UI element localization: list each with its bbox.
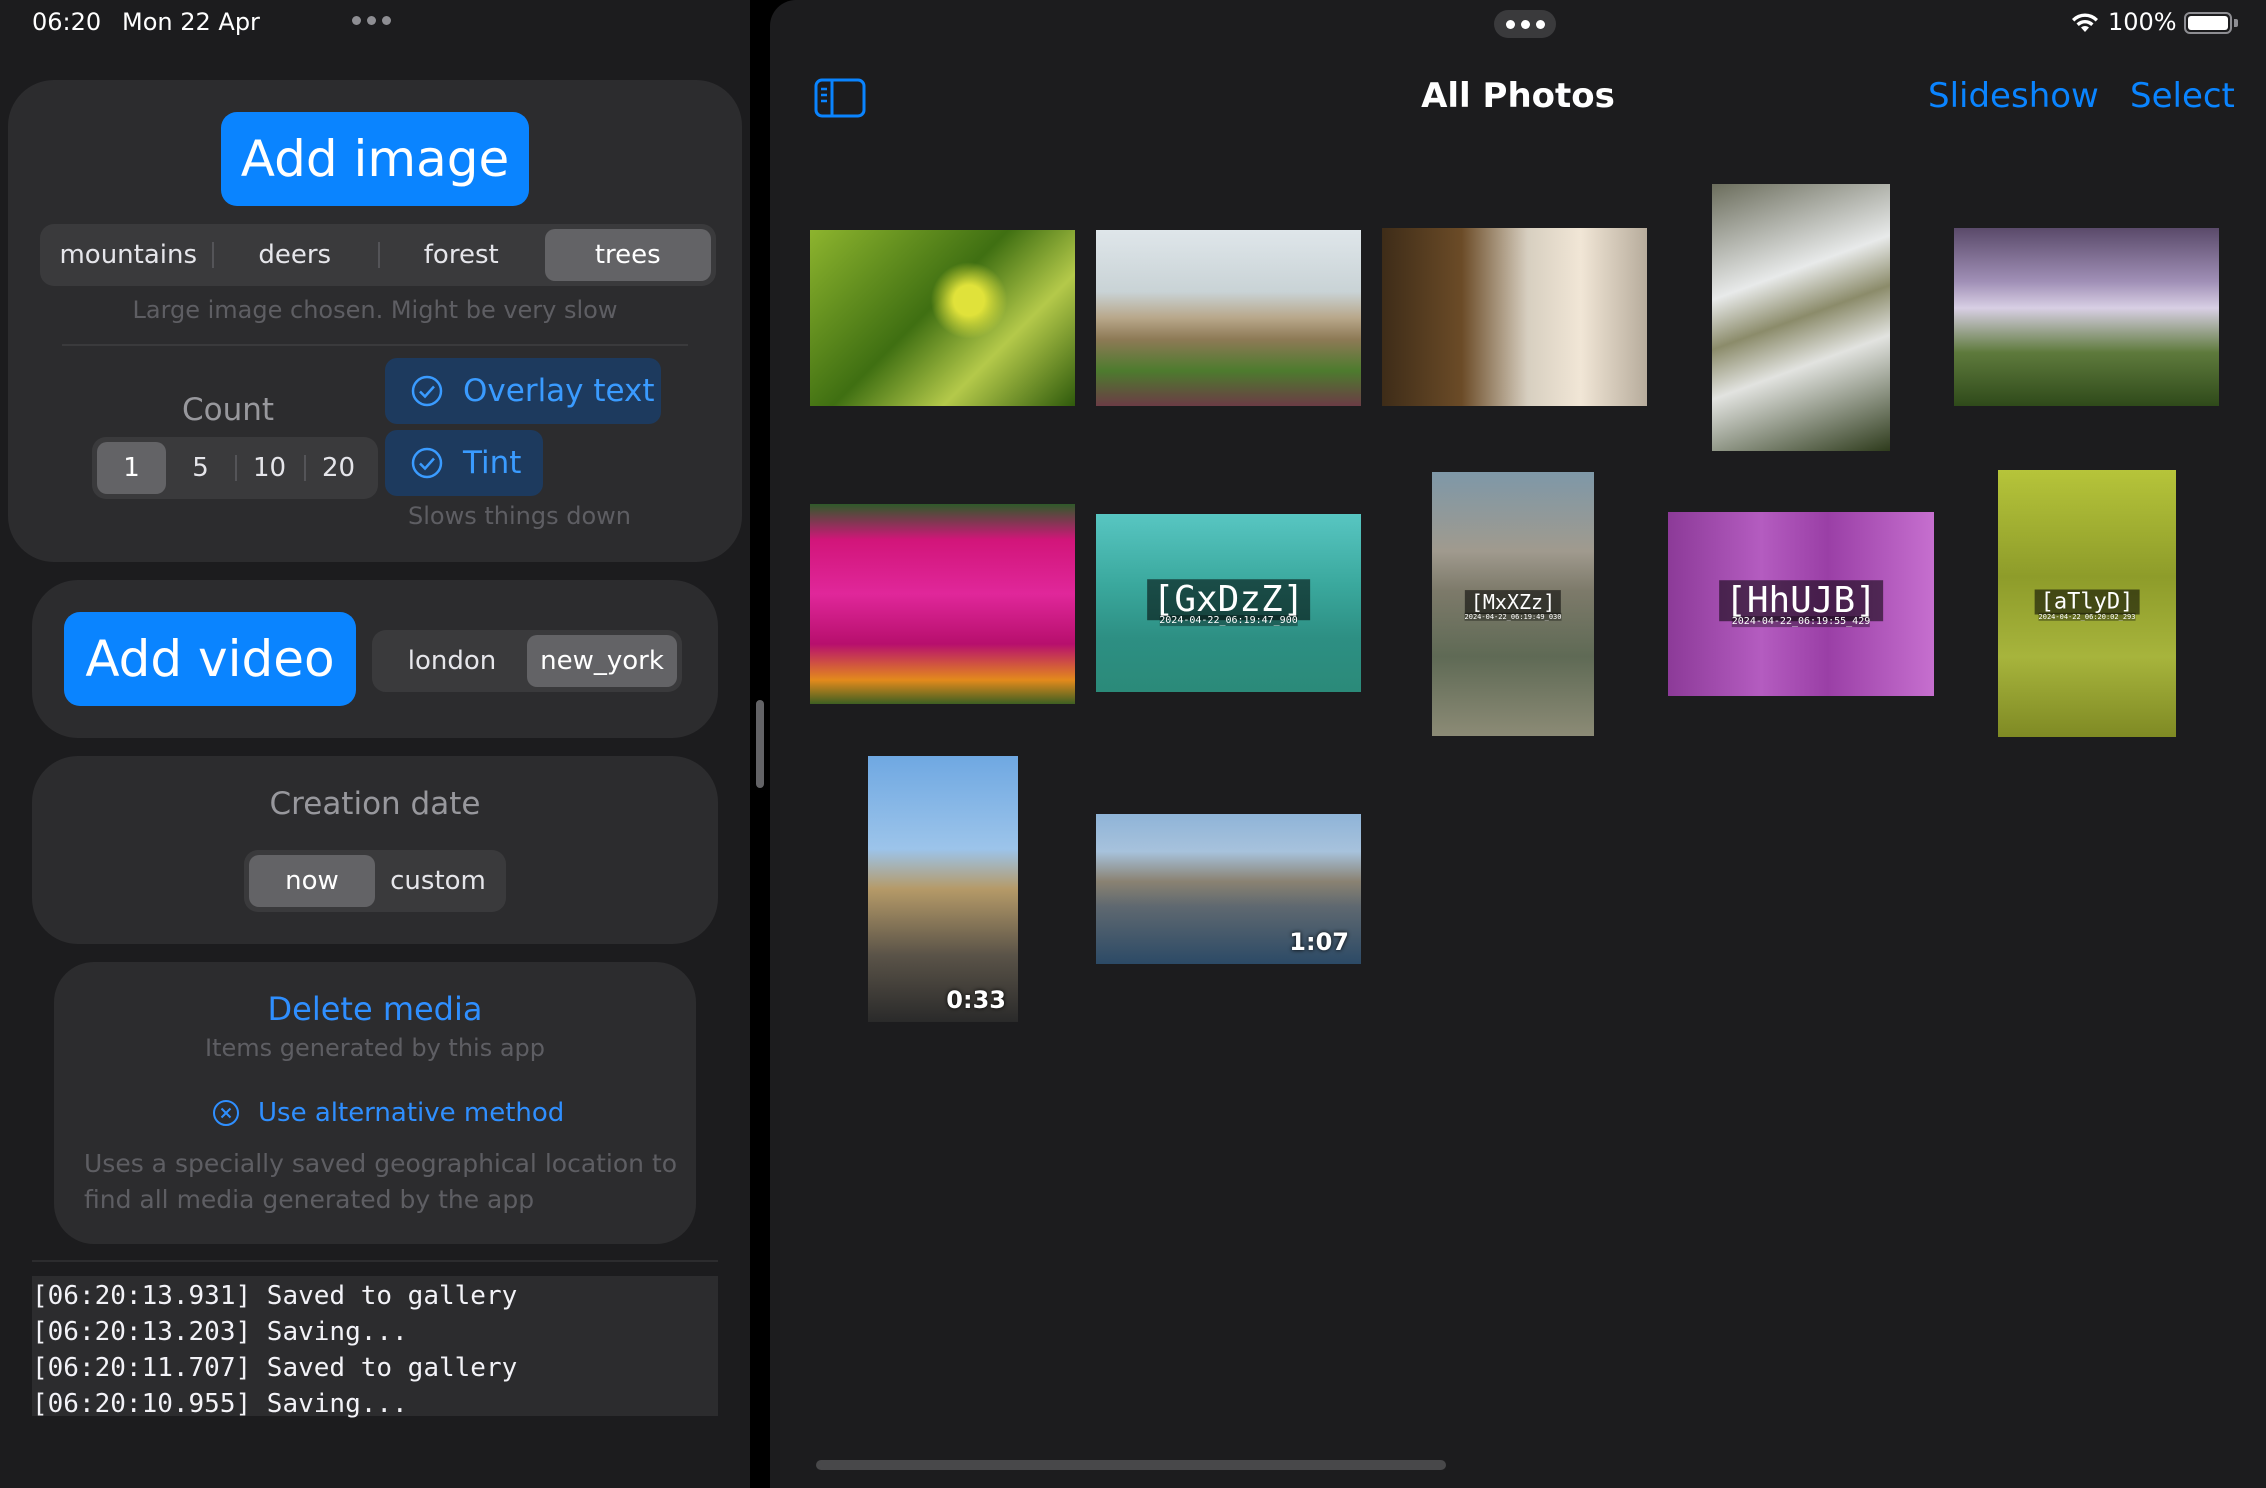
video-option-new-york[interactable]: new_york	[527, 635, 677, 687]
status-time: 06:20	[32, 8, 102, 36]
image-warning: Large image chosen. Might be very slow	[132, 296, 618, 324]
photo-timestamp: 2024-04-22_06:19:47_900	[1159, 615, 1298, 627]
overlay-text-label: Overlay text	[463, 373, 655, 409]
slows-note: Slows things down	[408, 502, 631, 530]
divider	[32, 1260, 718, 1262]
divider	[62, 344, 688, 346]
count-label: Count	[181, 392, 275, 428]
alternative-method-label: Use alternative method	[258, 1098, 565, 1128]
photo-caption: [GxDzZ]	[1146, 579, 1311, 621]
photo-waterfall-rocks[interactable]	[1712, 184, 1890, 451]
add-image-button[interactable]: Add image	[221, 112, 529, 206]
slideshow-button[interactable]: Slideshow	[1928, 76, 2099, 116]
checkmark-circle-icon	[411, 447, 443, 479]
overlay-text-toggle[interactable]: Overlay text	[385, 358, 661, 424]
photo-waterfall-valley[interactable]	[1954, 228, 2219, 406]
photo-trees-tinted[interactable]: [aTlyD] 2024-04-22_06:20:02_293	[1998, 470, 2176, 737]
delete-media-button[interactable]: Delete media	[54, 990, 696, 1028]
video-duration: 1:07	[1289, 928, 1349, 956]
photo-valley-tinted[interactable]: [GxDzZ] 2024-04-22_06:19:47_900	[1096, 514, 1361, 692]
image-option-mountains[interactable]: mountains	[45, 229, 212, 281]
tint-label: Tint	[463, 445, 522, 481]
log-line: [06:20:11.707] Saved to gallery	[32, 1353, 518, 1383]
video-big-ben[interactable]: 0:33	[868, 756, 1018, 1022]
count-option-20[interactable]: 20	[304, 442, 373, 494]
log-list: [06:20:13.931] Saved to gallery [06:20:1…	[32, 1276, 718, 1422]
alt-desc-line-1: Uses a specially saved geographical loca…	[84, 1149, 678, 1178]
image-option-trees[interactable]: trees	[544, 229, 711, 281]
alternative-method-description: Uses a specially saved geographical loca…	[84, 1146, 677, 1218]
photo-timestamp: 2024-04-22_06:19:49_030	[1464, 612, 1562, 621]
count-option-5[interactable]: 5	[166, 442, 235, 494]
photo-half-dome[interactable]: [MxXZz] 2024-04-22_06:19:49_030	[1432, 472, 1594, 736]
screen: 06:20 Mon 22 Apr Add image mountains dee…	[0, 0, 2266, 1488]
photo-dune-grass[interactable]	[1096, 230, 1361, 406]
photo-caption: [MxXZz]	[1464, 590, 1562, 615]
video-picker: london new_york	[372, 630, 682, 692]
photos-app: 100% All Photos Slideshow Select [GxDzZ]…	[770, 0, 2266, 1488]
alt-desc-line-2: find all media generated by the app	[84, 1185, 535, 1214]
video-card: Add video london new_york	[32, 580, 718, 738]
creation-date-label: Creation date	[269, 786, 481, 822]
image-card: Add image mountains deers forest trees L…	[8, 80, 742, 562]
photo-timestamp: 2024-04-22_06:19:55_429	[1731, 616, 1871, 628]
count-option-1[interactable]: 1	[97, 442, 166, 494]
photo-caption: [HhUJB]	[1719, 580, 1883, 622]
log-line: [06:20:13.203] Saving...	[32, 1317, 408, 1347]
video-new-york[interactable]: 1:07	[1096, 814, 1361, 964]
log-line: [06:20:10.955] Saving...	[32, 1389, 408, 1419]
xmark-circle-icon	[213, 1100, 239, 1126]
multitasking-dots-icon[interactable]	[1494, 10, 1556, 38]
image-type-picker: mountains deers forest trees	[40, 224, 716, 286]
image-option-deers[interactable]: deers	[211, 229, 379, 281]
alternative-method-toggle[interactable]: Use alternative method	[212, 1098, 564, 1128]
select-button[interactable]: Select	[2130, 76, 2235, 116]
delete-card: Delete media Items generated by this app…	[54, 962, 696, 1244]
battery-percent: 100%	[2108, 8, 2177, 36]
delete-subtitle: Items generated by this app	[204, 1034, 546, 1062]
checkmark-circle-icon	[411, 375, 443, 407]
multitasking-dots-icon[interactable]	[352, 16, 391, 25]
date-option-custom[interactable]: custom	[375, 855, 501, 907]
tint-toggle[interactable]: Tint	[385, 430, 543, 496]
status-date: Mon 22 Apr	[122, 8, 260, 36]
photo-flowers[interactable]	[810, 504, 1075, 704]
video-option-london[interactable]: london	[377, 635, 527, 687]
date-option-now[interactable]: now	[249, 855, 375, 907]
log-line: [06:20:13.931] Saved to gallery	[32, 1281, 518, 1311]
image-option-forest[interactable]: forest	[378, 229, 545, 281]
creation-date-card: Creation date now custom	[32, 756, 718, 944]
photo-forest-tinted[interactable]: [HhUJB] 2024-04-22_06:19:55_429	[1668, 512, 1934, 696]
photo-waterfall-cliff[interactable]	[1382, 228, 1647, 406]
photo-leaves[interactable]	[810, 230, 1075, 406]
wifi-icon	[2072, 13, 2098, 32]
control-panel: 06:20 Mon 22 Apr Add image mountains dee…	[0, 0, 750, 1488]
split-view-handle[interactable]	[756, 700, 764, 788]
add-video-button[interactable]: Add video	[64, 612, 356, 706]
battery-icon	[2184, 12, 2232, 34]
log-panel: [06:20:13.931] Saved to gallery [06:20:1…	[32, 1276, 718, 1419]
count-option-10[interactable]: 10	[235, 442, 304, 494]
photo-timestamp: 2024-04-22_06:20:02_293	[2038, 612, 2136, 621]
video-duration: 0:33	[946, 986, 1006, 1014]
count-picker: 1 5 10 20	[92, 437, 378, 499]
photo-caption: [aTlyD]	[2034, 589, 2140, 614]
scroll-indicator[interactable]	[816, 1460, 1446, 1470]
creation-date-picker: now custom	[244, 850, 506, 912]
